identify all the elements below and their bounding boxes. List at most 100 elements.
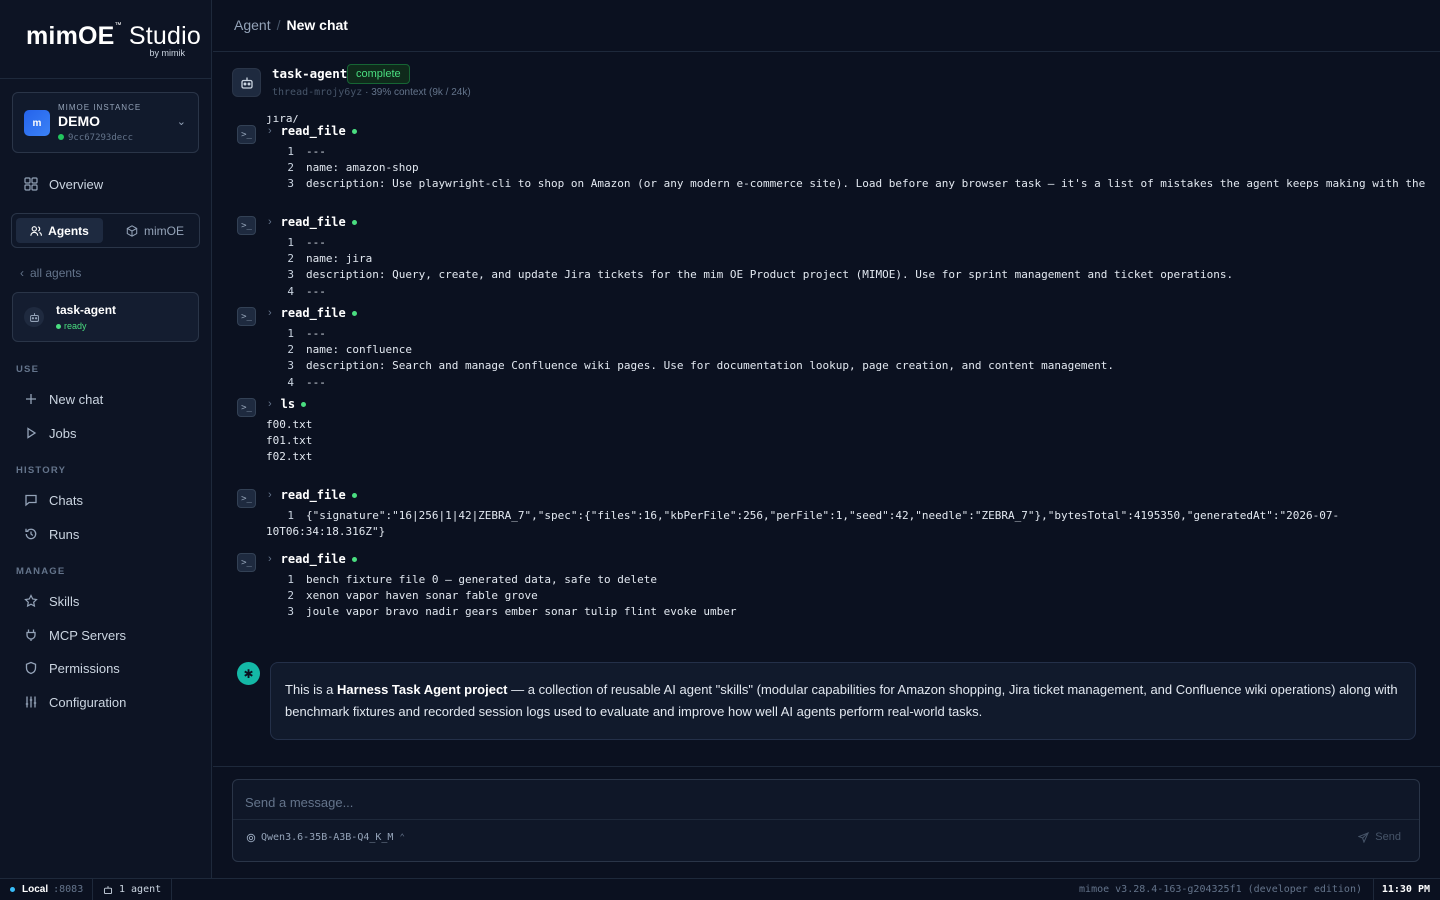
output-line: 2 xenon vapor haven sonar fable grove	[266, 588, 1426, 604]
section-label-use: USE	[16, 364, 40, 375]
line-number: 3	[287, 605, 294, 619]
host-port: :8083	[53, 884, 84, 895]
tool-output: 1 --- 2 name: jira 3 description: Query, crea…	[266, 235, 1426, 303]
tool-name: read_file	[280, 306, 346, 320]
nav-skills[interactable]: Skills	[24, 591, 79, 611]
line-text: umber copper nadir bravo grove quilt kit…	[306, 622, 617, 624]
output-line: 3 description: Query, create, and update …	[266, 267, 1426, 283]
output-line: f01.txt	[266, 433, 1426, 449]
output-line: 1 bench fixture file 0 — generated data, …	[266, 572, 1426, 588]
line-text: f00.txt	[266, 418, 313, 431]
tab-agents[interactable]: Agents	[16, 218, 103, 243]
nav-overview[interactable]: Overview	[24, 174, 103, 194]
nav-permissions[interactable]: Permissions	[24, 658, 120, 678]
output-line: f02.txt	[266, 449, 1426, 465]
history-icon	[24, 527, 38, 541]
nav-runs-label: Runs	[49, 526, 80, 542]
agent-count[interactable]: 1 agent	[103, 884, 161, 895]
chevron-right-icon: ›	[268, 398, 272, 410]
instance-icon: m	[24, 110, 50, 136]
nav-chats[interactable]: Chats	[24, 490, 83, 510]
nav-jobs[interactable]: Jobs	[24, 423, 76, 443]
instance-name: DEMO	[58, 113, 100, 129]
nav-chats-label: Chats	[49, 492, 83, 508]
thread-meta: thread-mrojy6yz · 39% context (9k / 24k)	[272, 87, 471, 98]
chevron-up-icon: ⌃	[399, 832, 405, 843]
reply-bold: Harness Task Agent project	[337, 682, 508, 697]
chevron-right-icon: ›	[268, 489, 272, 501]
composer: Qwen3.6-35B-A3B-Q4_K_M ⌃ Send	[232, 779, 1420, 862]
line-text: description: Search and manage Confluenc…	[306, 359, 1114, 373]
tool-name: read_file	[280, 124, 346, 138]
instance-selector[interactable]: m MIMOE INSTANCE DEMO 9cc67293decc ⌄	[12, 92, 199, 153]
nav-mcp-servers[interactable]: MCP Servers	[24, 625, 126, 645]
status-divider	[1373, 879, 1374, 900]
nav-jobs-label: Jobs	[49, 425, 77, 441]
status-divider	[92, 879, 93, 900]
terminal-icon: >_	[237, 553, 256, 572]
agent-tabs: Agents mimOE	[11, 213, 200, 248]
line-number: 3	[287, 268, 294, 282]
bot-icon	[24, 307, 44, 327]
tab-mimoe[interactable]: mimOE	[115, 218, 195, 243]
output-line: 1 ---	[266, 326, 1426, 342]
instance-id-text: 9cc67293decc	[68, 133, 134, 143]
line-number: 1	[287, 145, 294, 158]
line-text: ---	[306, 284, 326, 298]
brand-name-rest: Studio	[121, 22, 201, 50]
success-dot-icon	[351, 128, 357, 134]
plug-icon	[24, 628, 38, 642]
tool-output: 1 --- 2 name: amazon-shop 3 description: Use …	[266, 144, 1426, 196]
line-text: xenon vapor haven sonar fable grove	[306, 589, 538, 603]
line-text: name: jira	[306, 252, 373, 266]
composer-separator	[233, 819, 1419, 820]
breadcrumb-separator: /	[276, 17, 281, 33]
tool-output: 1 --- 2 name: confluence 3 description: Searc…	[266, 326, 1426, 394]
send-icon	[1358, 831, 1370, 843]
tool-call-header[interactable]: › ls	[268, 396, 307, 412]
output-line: 3 joule vapor bravo nadir gears ember son…	[266, 604, 1426, 620]
breadcrumb: Agent / New chat	[234, 17, 348, 33]
tool-output: 1 {"signature":"16|256|1|42|ZEBRA_7","spe…	[266, 508, 1426, 544]
nav-runs[interactable]: Runs	[24, 524, 79, 544]
nav-mcp-servers-label: MCP Servers	[49, 627, 127, 643]
transcript[interactable]: jira/ >_ › read_file 1 --- 2 name: amazon-shop…	[213, 115, 1440, 766]
line-text: name: amazon-shop	[306, 161, 419, 175]
thread-header: task-agent complete thread-mrojy6yz · 39…	[213, 52, 1440, 115]
breadcrumb-root[interactable]: Agent	[234, 17, 271, 33]
all-agents-label: all agents	[30, 266, 82, 280]
connection-status[interactable]: Local:8083	[10, 884, 83, 895]
status-divider	[171, 879, 172, 900]
nav-configuration-label: Configuration	[49, 694, 127, 710]
model-selector[interactable]: Qwen3.6-35B-A3B-Q4_K_M ⌃	[246, 832, 405, 843]
assistant-reply: This is a Harness Task Agent project — a…	[270, 662, 1416, 740]
nav-overview-label: Overview	[49, 176, 104, 192]
agent-card-name: task-agent	[56, 303, 117, 317]
send-button[interactable]: Send	[1358, 831, 1401, 843]
brand-logo[interactable]: mimOE™ Studio by mimik	[0, 0, 212, 79]
tab-agents-label: Agents	[48, 223, 89, 238]
bot-icon	[103, 885, 113, 894]
line-number: 1	[287, 509, 294, 522]
line-text: joule vapor bravo nadir gears ember sona…	[306, 605, 737, 619]
all-agents-link[interactable]: ‹ all agents	[20, 266, 81, 280]
line-number: 1	[287, 236, 294, 249]
output-line: 4umber copper nadir bravo grove quilt ki…	[266, 621, 1426, 624]
status-bar: Local:8083 1 agent mimoe v3.28.4-163-g20…	[0, 878, 1440, 900]
tool-call-header[interactable]: › read_file	[268, 123, 357, 139]
message-input[interactable]	[245, 792, 1405, 812]
tool-call-header[interactable]: › read_file	[268, 305, 357, 321]
tool-call-header[interactable]: › read_file	[268, 214, 357, 230]
tool-call-header[interactable]: › read_file	[268, 551, 357, 567]
output-line: 2 name: amazon-shop	[266, 160, 1426, 176]
play-icon	[24, 426, 38, 440]
agent-card-task-agent[interactable]: task-agent ready	[12, 292, 199, 342]
nav-new-chat[interactable]: New chat	[24, 389, 103, 409]
tool-call-header[interactable]: › read_file	[268, 487, 357, 503]
nav-configuration[interactable]: Configuration	[24, 692, 126, 712]
line-number: 3	[287, 177, 294, 191]
line-text: name: confluence	[306, 343, 412, 357]
output-line: 1 {"signature":"16|256|1|42|ZEBRA_7","spe…	[266, 508, 1426, 540]
thread-id: thread-mrojy6yz	[272, 87, 363, 98]
line-number: 2	[287, 161, 294, 175]
